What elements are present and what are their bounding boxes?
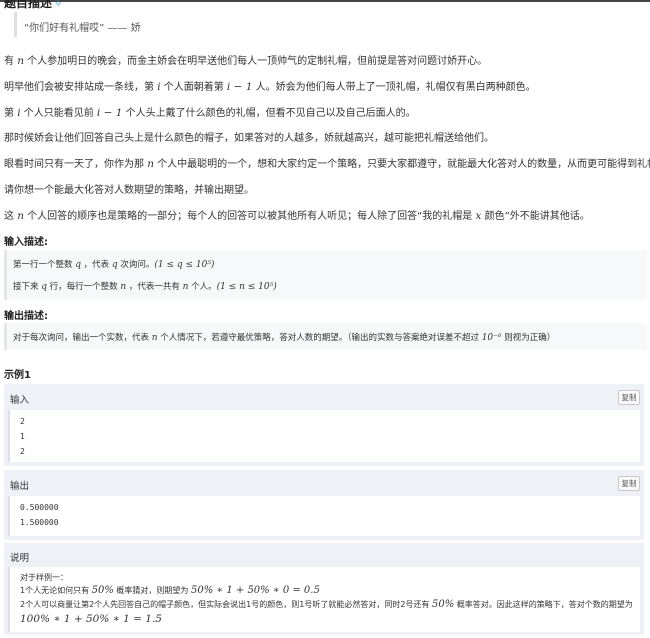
description-paragraph-6: 请你想一个能最大化答对人数期望的策略，并输出期望。 — [4, 185, 254, 196]
explain-line-1: 对于样例一： — [20, 573, 68, 582]
sample-input-label: 输入 — [10, 395, 30, 406]
output-line: 对于每次询问，输出一个实数，代表 n 个人情况下，若遵守最优策略，答对人数的期望… — [13, 333, 556, 343]
input-line-2: 接下来 q 行，每行一个整数 n ，代表一共有 n 个人。(1 ≤ n ≤ 10… — [13, 282, 277, 292]
sample-output-label: 输出 — [10, 481, 30, 492]
code-line: 0.500000 — [20, 503, 59, 512]
description-paragraph-5: 眼看时间只有一天了，你作为那 n 个人中最聪明的一个，想和大家约定一个策略，只要… — [4, 158, 650, 170]
code-line: 2 — [20, 447, 25, 456]
section-title: 题目描述 ✧ — [4, 0, 63, 10]
input-line-1: 第一行一个整数 q ，代表 q 次询问。(1 ≤ q ≤ 10⁵) — [13, 260, 215, 270]
code-line: 1 — [20, 432, 25, 441]
explain-line-3: 2个人可以商量让第2个人先回答自己的帽子颜色，但实际会说出1号的颜色，则1号听了… — [20, 599, 633, 610]
code-line: 2 — [20, 417, 25, 426]
explain-line-2: 1个人无论如何只有 50% 概率猜对，则期望为 50% ∗ 1 + 50% ∗ … — [20, 585, 320, 596]
description-paragraph-4: 那时候娇会让他们回答自己头上是什么颜色的帽子，如果答对的人越多，娇就越高兴，越可… — [4, 133, 494, 144]
math-n: n — [17, 55, 24, 67]
description-paragraph-3: 第 i 个人只能看见前 i − 1 个人头上戴了什么颜色的礼帽，但看不见自己以及… — [4, 107, 416, 119]
description-paragraph-7: 这 n 个人回答的顺序也是策略的一部分；每个人的回答可以被其他所有人听见；每人除… — [4, 210, 590, 222]
code-line: 1.500000 — [20, 518, 59, 527]
description-paragraph-1: 有 n 个人参加明日的晚会，而金主娇会在明早送他们每人一顶帅气的定制礼帽，但前提… — [4, 55, 488, 67]
sample-title: 示例1 — [4, 370, 31, 381]
copy-input-button[interactable]: 复制 — [618, 390, 640, 405]
description-paragraph-2: 明早他们会被安排站成一条线，第 i 个人面朝着第 i − 1 人。娇会为他们每人… — [4, 81, 536, 93]
sample-output-code: 0.500000 1.500000 — [8, 496, 640, 536]
sample-input-box: 输入 复制 2 1 2 — [4, 384, 644, 466]
sparkle-icon: ✧ — [54, 0, 63, 10]
output-description-title: 输出描述: — [4, 311, 48, 322]
sample-explain-label: 说明 — [10, 553, 30, 564]
sample-explain-box: 说明 对于样例一： 1个人无论如何只有 50% 概率猜对，则期望为 50% ∗ … — [4, 543, 644, 635]
quote-text: “你们好有礼帽哎” —— 娇 — [24, 23, 141, 34]
top-divider — [0, 0, 650, 2]
output-description-block: 对于每次询问，输出一个实数，代表 n 个人情况下，若遵守最优策略，答对人数的期望… — [4, 323, 647, 350]
explain-line-4: 100% ∗ 1 + 50% ∗ 1 = 1.5 — [20, 613, 162, 625]
input-description-title: 输入描述: — [4, 237, 48, 248]
quote-bar — [14, 12, 17, 37]
copy-output-button[interactable]: 复制 — [618, 476, 640, 491]
sample-input-code: 2 1 2 — [8, 410, 640, 462]
input-description-block: 第一行一个整数 q ，代表 q 次询问。(1 ≤ q ≤ 10⁵) 接下来 q … — [4, 250, 647, 300]
sample-output-box: 输出 复制 0.500000 1.500000 — [4, 470, 644, 540]
sample-explain-body: 对于样例一： 1个人无论如何只有 50% 概率猜对，则期望为 50% ∗ 1 +… — [8, 567, 640, 632]
